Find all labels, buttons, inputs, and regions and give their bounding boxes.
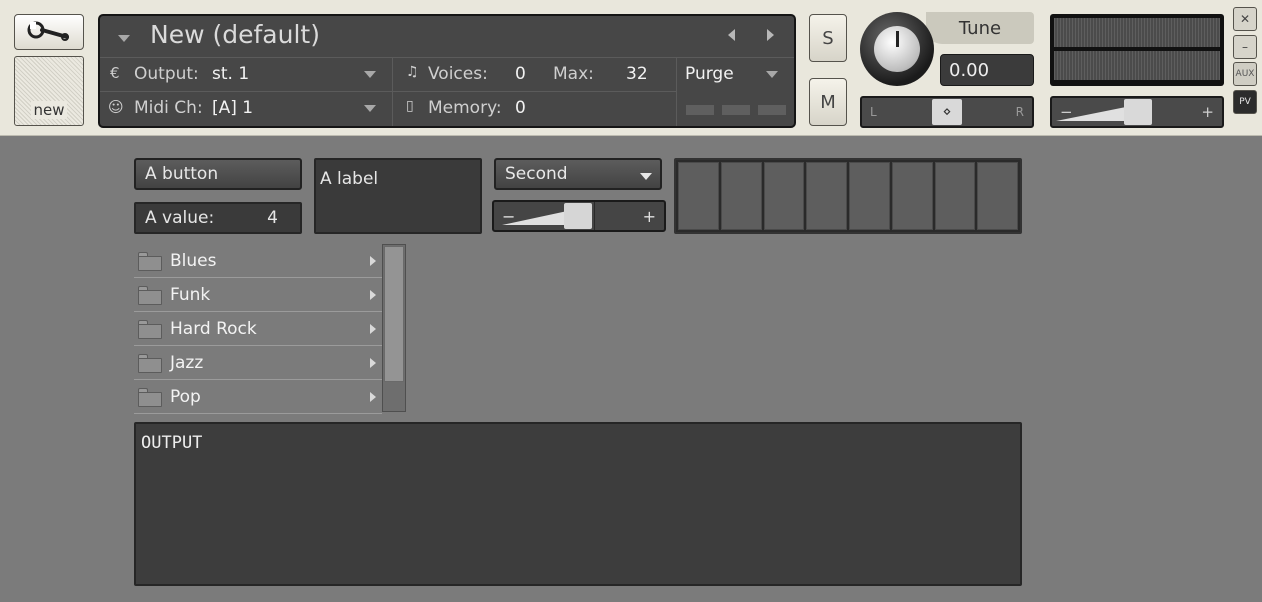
tune-value[interactable]: 0.00 [940,54,1034,86]
wrench-icon [27,21,69,41]
scrollbar-thumb[interactable] [384,246,404,382]
file-item-funk[interactable]: Funk [134,278,382,312]
slider-handle[interactable] [564,203,592,229]
chevron-down-icon [640,173,652,180]
file-browser-scrollbar[interactable] [382,244,406,412]
midi-icon: ☺ [108,98,124,116]
solo-button[interactable]: S [809,14,847,62]
step-grid[interactable] [674,158,1022,234]
step-cell[interactable] [891,162,933,230]
a-button[interactable]: A button [134,158,302,190]
folder-icon [138,285,162,305]
step-cell[interactable] [934,162,976,230]
value-label: A value: [145,208,215,228]
max-voices-value[interactable]: 32 [626,64,648,84]
pan-handle[interactable]: ⋄ [932,99,962,125]
max-label: Max: [553,64,594,84]
chevron-right-icon [370,289,376,300]
new-instrument-button[interactable]: new [14,56,84,126]
midi-label: Midi Ch: [134,98,203,118]
chevron-right-icon [370,255,376,266]
instrument-title[interactable]: New (default) [150,20,320,49]
pan-slider[interactable]: L ⋄ R [860,96,1034,128]
minimize-button[interactable]: – [1233,35,1257,59]
menu-selected: Second [505,164,568,184]
step-cell[interactable] [806,162,847,230]
file-item-label: Jazz [170,352,204,373]
activity-led [686,105,714,115]
menu-dropdown[interactable]: Second [494,158,662,190]
pv-button[interactable]: PV [1233,90,1257,114]
purge-dropdown-icon[interactable] [766,71,778,78]
file-item-pop[interactable]: Pop [134,380,382,414]
arrow-right-icon[interactable] [767,29,774,41]
file-item-jazz[interactable]: Jazz [134,346,382,380]
pan-right-label: R [1015,105,1024,119]
purge-label[interactable]: Purge [685,64,734,84]
file-item-label: Pop [170,386,201,407]
activity-led [758,105,786,115]
step-cell[interactable] [763,162,805,230]
output-dropdown-icon[interactable] [364,71,376,78]
pan-left-label: L [870,105,877,119]
arrow-left-icon[interactable] [728,29,735,41]
slider-minus: − [502,207,516,226]
file-item-hard-rock[interactable]: Hard Rock [134,312,382,346]
volume-handle[interactable] [1124,99,1152,125]
slider-plus: + [642,207,656,226]
instrument-header: new New (default) € Output: st. 1 ♫ Voic… [0,0,1262,136]
file-item-label: Funk [170,284,211,305]
step-cell[interactable] [720,162,762,230]
midi-dropdown-icon[interactable] [364,105,376,112]
step-cell[interactable] [849,162,890,230]
meter-bar-right [1054,51,1220,80]
step-cell[interactable] [977,162,1018,230]
value-field[interactable]: A value: 4 [134,202,302,234]
new-label: new [31,101,67,119]
instrument-panel: New (default) € Output: st. 1 ♫ Voices: … [98,14,796,128]
folder-icon [138,319,162,339]
options-button[interactable] [14,14,84,50]
midi-value[interactable]: [A] 1 [212,98,253,118]
voices-label: Voices: [428,64,488,84]
label-text: A label [320,169,379,189]
aux-button[interactable]: AUX [1233,62,1257,86]
chevron-down-icon[interactable] [118,35,130,42]
value-slider[interactable]: − + [492,200,666,232]
volume-slider[interactable]: − + [1050,96,1224,128]
voices-value: 0 [515,64,526,84]
tune-knob[interactable] [860,12,934,86]
output-icon: € [110,64,120,82]
step-cell[interactable] [678,162,719,230]
voices-icon: ♫ [406,64,419,80]
output-value[interactable]: st. 1 [212,64,249,84]
chevron-right-icon [370,391,376,402]
chevron-right-icon [370,357,376,368]
folder-icon [138,251,162,271]
file-item-blues[interactable]: Blues [134,244,382,278]
level-meter [1050,14,1224,86]
close-button[interactable]: ✕ [1233,7,1257,31]
memory-value: 0 [515,98,526,118]
volume-minus: − [1060,103,1073,121]
a-label: A label [314,158,482,234]
activity-led [722,105,750,115]
chevron-right-icon [370,323,376,334]
output-label: Output: [134,64,199,84]
file-item-label: Blues [170,250,217,271]
mute-button[interactable]: M [809,78,847,126]
folder-icon [138,387,162,407]
memory-label: Memory: [428,98,502,118]
memory-icon: ▯ [406,98,414,114]
value-number: 4 [267,208,278,228]
output-area: OUTPUT [134,422,1022,586]
volume-plus: + [1201,103,1214,121]
file-item-label: Hard Rock [170,318,257,339]
folder-icon [138,353,162,373]
tune-label: Tune [926,12,1034,44]
output-text: OUTPUT [141,433,203,453]
meter-bar-left [1054,18,1220,47]
